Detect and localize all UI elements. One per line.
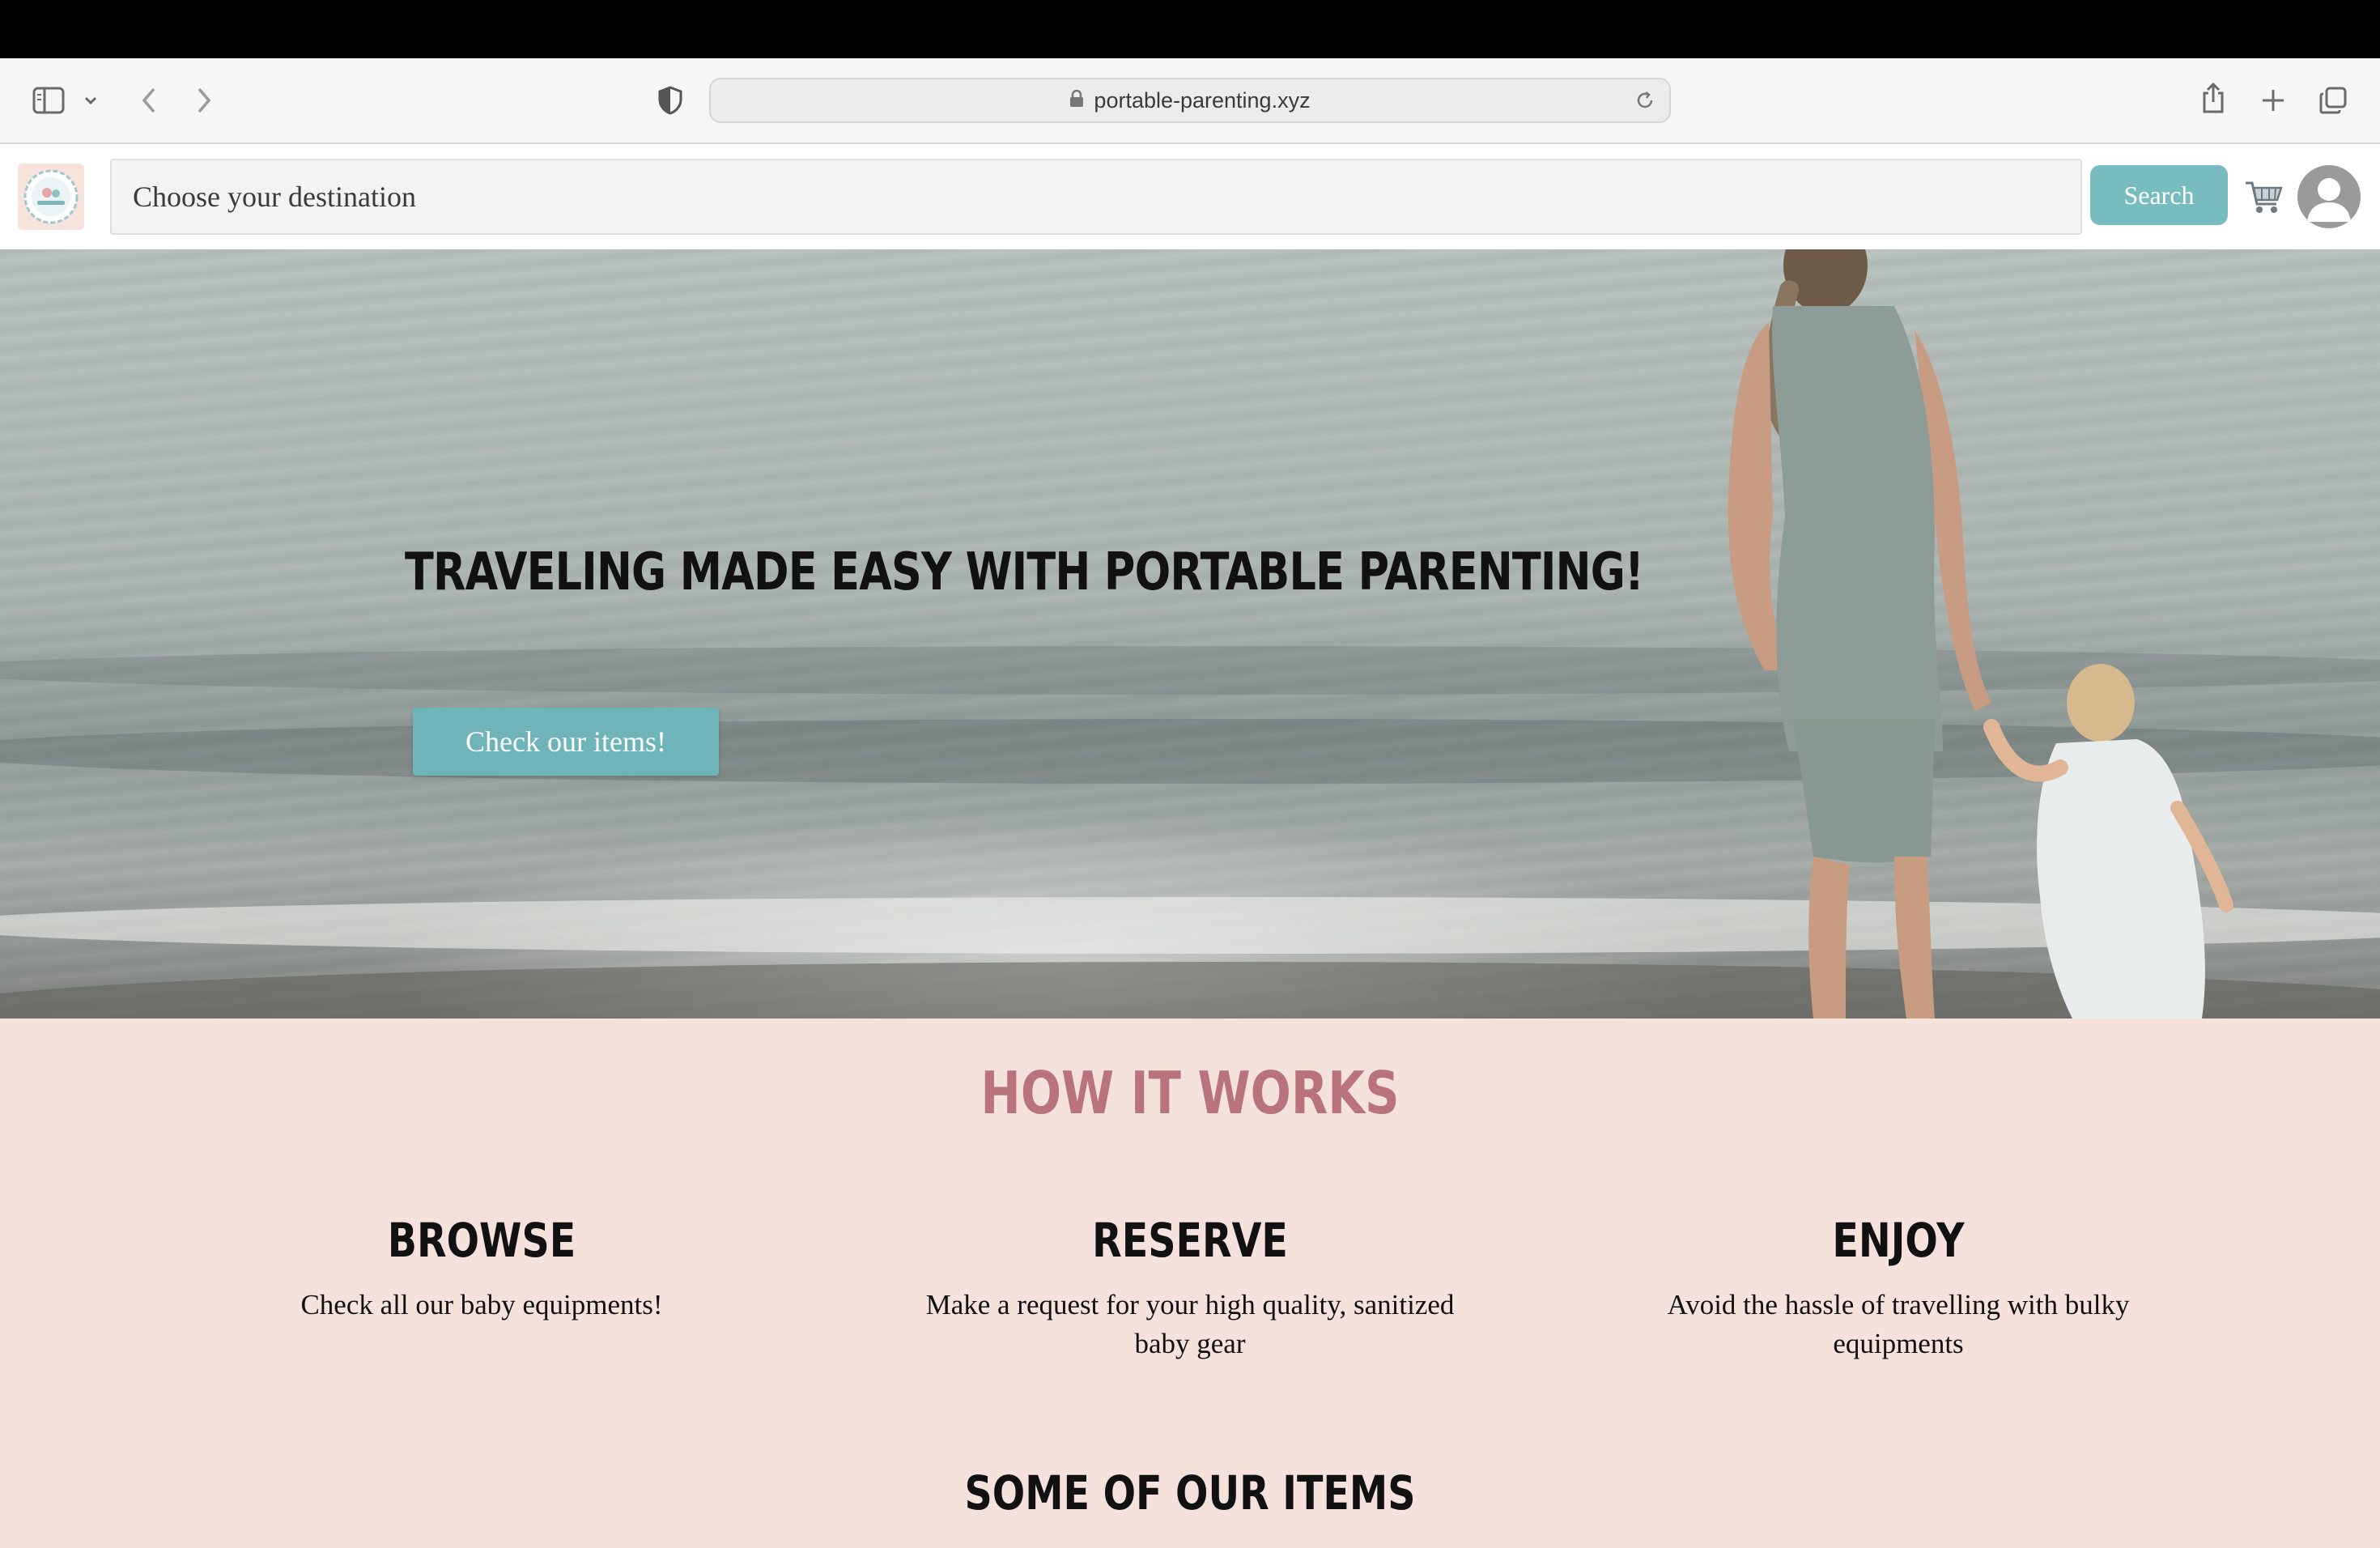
back-arrow-icon[interactable] (133, 83, 165, 118)
url-text: portable-parenting.xyz (1094, 87, 1311, 113)
search-button[interactable]: Search (2090, 165, 2228, 225)
reload-icon[interactable] (1634, 89, 1656, 117)
screen-top-bar (0, 0, 2380, 58)
forward-arrow-icon[interactable] (188, 83, 220, 118)
lock-icon (1069, 88, 1084, 113)
destination-search-input[interactable] (110, 159, 2082, 235)
step-enjoy: ENJOY Avoid the hassle of travelling wit… (1575, 1213, 2222, 1363)
step-text: Make a request for your high quality, sa… (925, 1289, 1455, 1359)
site-header: Search (0, 144, 2380, 249)
step-text: Check all our baby equipments! (300, 1289, 663, 1320)
check-items-button[interactable]: Check our items! (413, 708, 719, 776)
share-icon[interactable] (2195, 78, 2231, 118)
some-of-our-items-title: SOME OF OUR ITEMS (964, 1465, 1416, 1520)
new-tab-icon[interactable] (2255, 83, 2291, 118)
address-bar[interactable]: portable-parenting.xyz (709, 78, 1671, 123)
how-it-works-title: HOW IT WORKS (980, 1059, 1400, 1127)
hero-title: TRAVELING MADE EASY WITH PORTABLE PARENT… (405, 542, 1644, 602)
chevron-down-icon[interactable] (81, 91, 100, 110)
step-text: Avoid the hassle of travelling with bulk… (1667, 1289, 2130, 1359)
step-title: ENJOY (1832, 1213, 1965, 1268)
step-browse: BROWSE Check all our baby equipments! (158, 1213, 805, 1325)
step-title: BROWSE (387, 1213, 576, 1268)
step-title: RESERVE (1092, 1213, 1288, 1268)
browser-toolbar: portable-parenting.xyz (0, 58, 2380, 144)
step-reserve: RESERVE Make a request for your high qua… (866, 1213, 1514, 1363)
how-it-works-section: HOW IT WORKS BROWSE Check all our baby e… (0, 1019, 2380, 1548)
mother-and-child-photo (1728, 249, 2233, 1019)
user-avatar-icon[interactable] (2297, 165, 2361, 228)
portable-parenting-logo[interactable] (18, 164, 84, 230)
sidebar-toggle-icon[interactable] (31, 83, 66, 118)
tab-overview-icon[interactable] (2315, 83, 2351, 118)
hero-banner: TRAVELING MADE EASY WITH PORTABLE PARENT… (0, 249, 2380, 1019)
privacy-shield-icon[interactable] (652, 83, 688, 118)
cart-icon[interactable] (2244, 176, 2284, 217)
